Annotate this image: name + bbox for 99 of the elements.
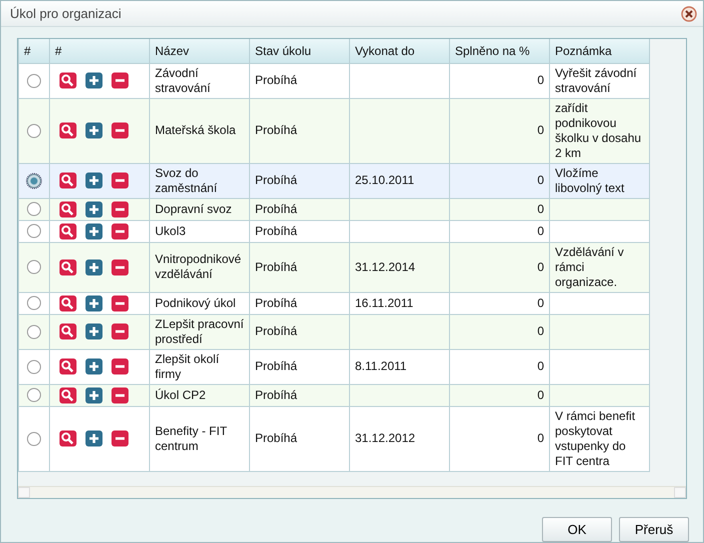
due-date: 16.11.2011 xyxy=(355,296,414,310)
due-date: 31.12.2012 xyxy=(355,431,416,445)
magnifier-icon[interactable] xyxy=(59,222,77,240)
row-radio[interactable] xyxy=(27,388,41,402)
task-status: Probíhá xyxy=(255,324,298,338)
completion-percent: 0 xyxy=(537,324,544,338)
task-status: Probíhá xyxy=(255,359,298,373)
magnifier-icon[interactable] xyxy=(59,122,77,139)
task-status: Probíhá xyxy=(255,73,298,87)
completion-percent: 0 xyxy=(537,202,544,216)
row-radio[interactable] xyxy=(27,360,41,374)
minus-icon[interactable] xyxy=(111,200,129,218)
completion-percent: 0 xyxy=(537,73,544,87)
row-radio[interactable] xyxy=(27,174,41,188)
minus-icon[interactable] xyxy=(111,358,129,375)
column-header[interactable]: # xyxy=(18,39,50,63)
task-note: V rámci benefit poskytovat vstupenky do FIT centra xyxy=(555,408,636,468)
due-date: 25.10.2011 xyxy=(355,173,414,187)
row-radio[interactable] xyxy=(27,224,41,238)
minus-icon[interactable] xyxy=(111,72,129,89)
plus-icon[interactable] xyxy=(85,72,103,89)
row-radio[interactable] xyxy=(27,74,41,88)
row-radio[interactable] xyxy=(27,296,41,310)
column-header[interactable]: Vykonat do xyxy=(350,39,450,63)
magnifier-icon[interactable] xyxy=(59,323,77,340)
completion-percent: 0 xyxy=(537,296,544,310)
column-header[interactable]: Název xyxy=(150,39,250,63)
row-radio[interactable] xyxy=(27,324,41,339)
minus-icon[interactable] xyxy=(111,294,129,312)
task-status: Probíhá xyxy=(255,388,298,402)
task-status: Probíhá xyxy=(255,123,298,137)
horizontal-scrollbar[interactable] xyxy=(18,486,686,498)
task-note: Vložíme libovolný text xyxy=(555,166,624,194)
magnifier-icon[interactable] xyxy=(59,430,77,447)
plus-icon[interactable] xyxy=(85,200,103,218)
magnifier-icon[interactable] xyxy=(59,258,77,276)
plus-icon[interactable] xyxy=(85,294,103,312)
plus-icon[interactable] xyxy=(85,222,103,240)
minus-icon[interactable] xyxy=(111,323,129,340)
task-name: Ukol3 xyxy=(155,224,186,238)
plus-icon[interactable] xyxy=(85,358,103,375)
task-status: Probíhá xyxy=(255,173,298,187)
plus-icon[interactable] xyxy=(85,172,103,189)
dialog-button[interactable]: OK xyxy=(542,517,612,542)
minus-icon[interactable] xyxy=(111,430,129,447)
plus-icon[interactable] xyxy=(85,122,103,139)
magnifier-icon[interactable] xyxy=(59,358,77,375)
column-header[interactable]: Splněno na % xyxy=(450,39,550,63)
magnifier-icon[interactable] xyxy=(59,172,77,189)
row-radio[interactable] xyxy=(27,202,41,216)
task-name: Mateřská škola xyxy=(155,123,236,137)
column-header[interactable]: Stav úkolu xyxy=(250,39,350,63)
task-name: Benefity - FIT centrum xyxy=(155,424,227,452)
task-name: Úkol CP2 xyxy=(155,388,206,402)
plus-icon[interactable] xyxy=(85,323,103,340)
magnifier-icon[interactable] xyxy=(59,294,77,312)
task-name: Vnitropodnikové vzdělávání xyxy=(155,252,242,281)
task-note: Vyřešit závodní stravování xyxy=(555,66,637,94)
completion-percent: 0 xyxy=(537,224,544,238)
magnifier-icon[interactable] xyxy=(59,386,77,404)
task-name: Zlepšit okolí firmy xyxy=(155,352,220,380)
plus-icon[interactable] xyxy=(85,386,103,404)
due-date: 8.11.2011 xyxy=(355,359,407,373)
column-header[interactable]: # xyxy=(50,39,150,63)
completion-percent: 0 xyxy=(537,260,544,274)
completion-percent: 0 xyxy=(537,388,544,402)
completion-percent: 0 xyxy=(537,173,544,187)
row-radio[interactable] xyxy=(27,124,41,138)
minus-icon[interactable] xyxy=(111,172,129,189)
completion-percent: 0 xyxy=(537,431,544,445)
task-status: Probíhá xyxy=(255,260,298,274)
task-note: Vzdělávání v rámci organizace. xyxy=(555,244,624,288)
completion-percent: 0 xyxy=(537,359,544,373)
row-radio[interactable] xyxy=(27,260,41,274)
due-date: 31.12.2014 xyxy=(355,260,416,274)
task-status: Probíhá xyxy=(255,431,298,445)
task-status: Probíhá xyxy=(255,224,298,238)
plus-icon[interactable] xyxy=(85,430,103,447)
minus-icon[interactable] xyxy=(111,122,129,139)
task-note: zařídit podnikovou školku v dosahu 2 km xyxy=(555,100,642,160)
task-name: Svoz do zaměstnání xyxy=(155,166,218,194)
task-name: ZLepšit pracovní prostředí xyxy=(155,316,244,346)
task-name: Závodní stravování xyxy=(155,66,210,94)
minus-icon[interactable] xyxy=(111,222,129,240)
close-icon[interactable] xyxy=(681,6,697,22)
minus-icon[interactable] xyxy=(111,258,129,276)
task-status: Probíhá xyxy=(255,202,298,216)
plus-icon[interactable] xyxy=(85,258,103,276)
task-name: Podnikový úkol xyxy=(155,296,236,310)
task-status: Probíhá xyxy=(255,296,298,310)
completion-percent: 0 xyxy=(537,123,544,137)
task-name: Dopravní svoz xyxy=(155,202,232,216)
magnifier-icon[interactable] xyxy=(59,200,77,218)
minus-icon[interactable] xyxy=(111,386,129,404)
dialog-button[interactable]: Přeruš xyxy=(619,517,689,542)
window-title: Úkol pro organizaci xyxy=(10,4,122,23)
magnifier-icon[interactable] xyxy=(59,72,77,89)
column-header[interactable]: Poznámka xyxy=(550,39,650,63)
row-radio[interactable] xyxy=(27,432,41,446)
